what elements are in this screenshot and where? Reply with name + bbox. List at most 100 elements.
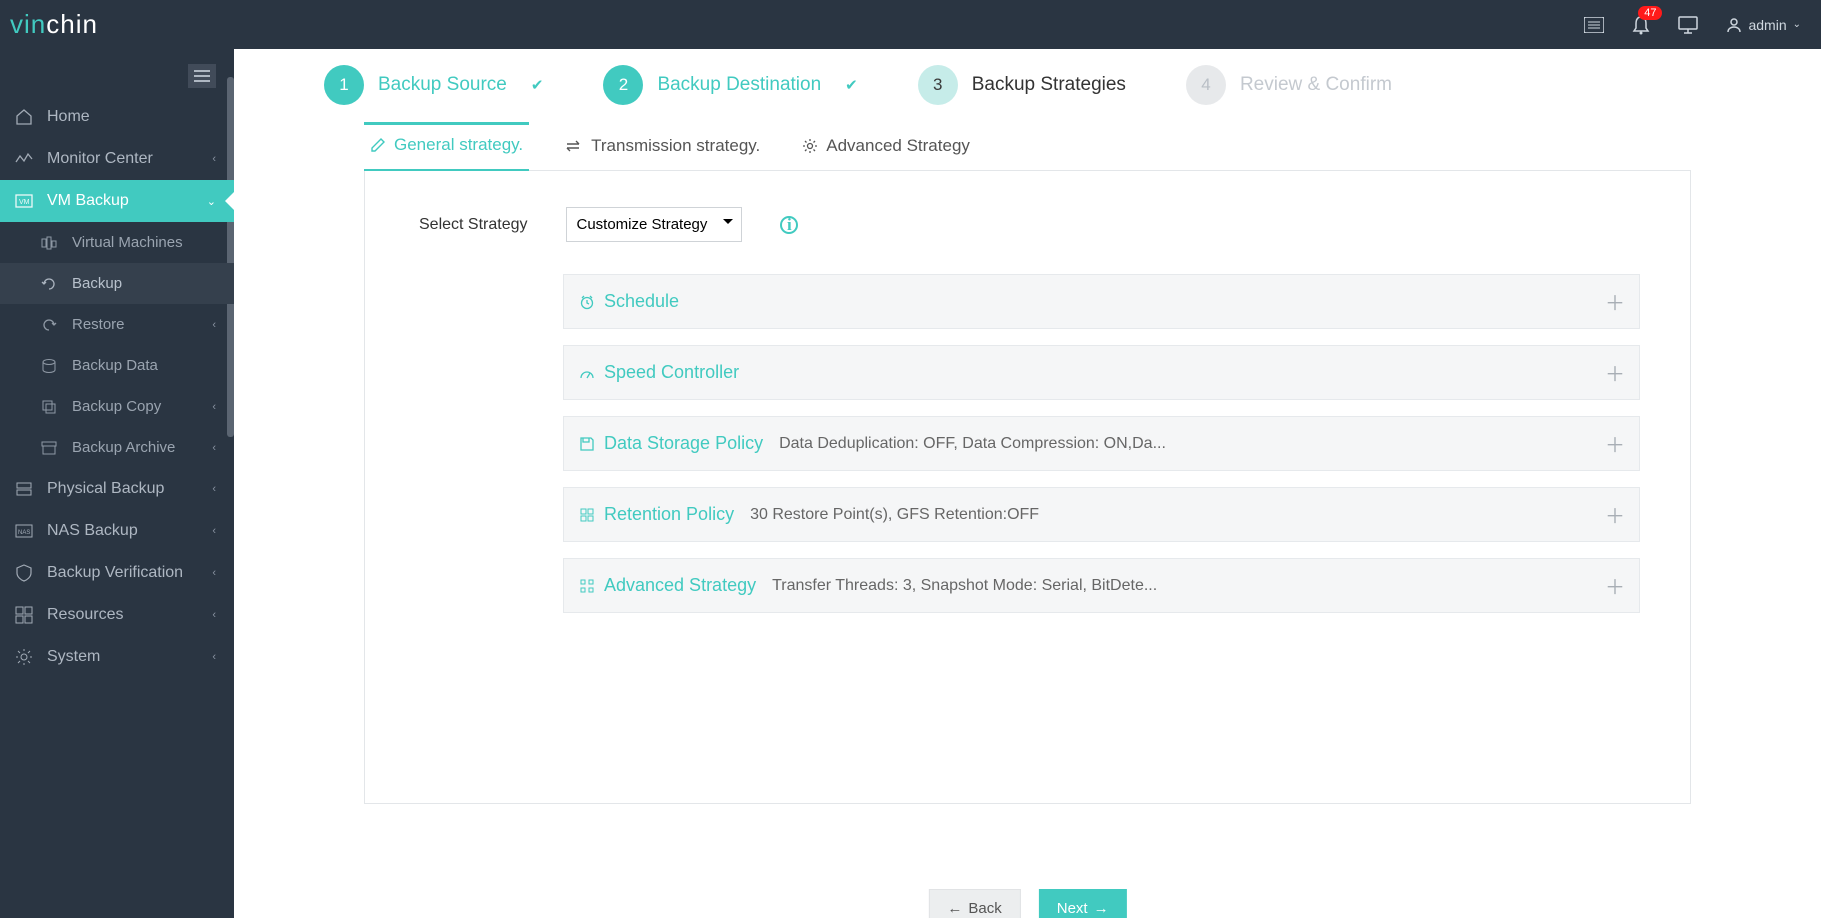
nas-backup-icon: NAS — [15, 524, 33, 538]
sidebar-label: Backup Verification — [47, 564, 183, 582]
step-backup-source[interactable]: 1 Backup Source ✔ — [324, 65, 543, 105]
accordion-retention-policy[interactable]: Retention Policy 30 Restore Point(s), GF… — [563, 487, 1640, 542]
info-icon[interactable]: i — [780, 216, 798, 234]
header-list-icon[interactable] — [1584, 17, 1604, 33]
tab-general-strategy[interactable]: General strategy. — [364, 122, 529, 171]
step-backup-strategies[interactable]: 3 Backup Strategies — [918, 65, 1126, 105]
user-name: admin — [1748, 17, 1786, 33]
brand-logo: vinchin — [10, 9, 98, 40]
backup-data-icon — [40, 358, 58, 374]
sidebar-item-home[interactable]: Home — [0, 96, 234, 138]
select-strategy-label: Select Strategy — [419, 216, 528, 234]
chevron-left-icon: ‹ — [212, 525, 216, 537]
caret-down-icon — [723, 219, 733, 229]
sidebar-item-backup-verification[interactable]: Backup Verification ‹ — [0, 552, 234, 594]
plus-icon: ＋ — [1605, 571, 1625, 600]
sidebar-item-virtual-machines[interactable]: Virtual Machines — [0, 222, 234, 263]
sidebar-label: Physical Backup — [47, 480, 164, 498]
sidebar-toggle-button[interactable] — [188, 64, 216, 88]
sidebar-label: System — [47, 648, 100, 666]
notification-bell-icon[interactable]: 47 — [1632, 15, 1650, 35]
backup-verification-icon — [15, 564, 33, 582]
sidebar-item-monitor-center[interactable]: Monitor Center ‹ — [0, 138, 234, 180]
virtual-machines-icon — [40, 236, 58, 250]
strategy-select[interactable]: Customize Strategy — [566, 207, 743, 242]
transfer-icon — [565, 140, 583, 152]
restore-icon — [40, 317, 58, 333]
step-review-confirm[interactable]: 4 Review & Confirm — [1186, 65, 1392, 105]
arrow-right-icon: → — [1094, 900, 1109, 917]
plus-icon: ＋ — [1605, 429, 1625, 458]
monitor-icon[interactable] — [1678, 16, 1698, 34]
sidebar-label: NAS Backup — [47, 522, 138, 540]
chevron-down-icon: ⌄ — [1793, 19, 1801, 30]
backup-archive-icon — [40, 441, 58, 455]
user-icon — [1726, 17, 1742, 33]
back-button[interactable]: ← Back — [928, 889, 1020, 918]
check-icon: ✔ — [531, 76, 544, 94]
accordion-advanced-strategy[interactable]: Advanced Strategy Transfer Threads: 3, S… — [563, 558, 1640, 613]
tab-advanced-strategy[interactable]: Advanced Strategy — [796, 123, 976, 170]
chevron-left-icon: ‹ — [212, 483, 216, 495]
chevron-left-icon: ‹ — [212, 442, 216, 454]
tab-transmission-strategy[interactable]: Transmission strategy. — [559, 123, 766, 170]
gauge-icon — [578, 366, 596, 380]
gear-icon — [802, 138, 818, 154]
edit-icon — [370, 137, 386, 153]
notification-badge: 47 — [1638, 6, 1662, 20]
sidebar-label: Home — [47, 108, 90, 126]
plus-icon: ＋ — [1605, 358, 1625, 387]
sidebar-label: VM Backup — [47, 192, 129, 210]
sidebar-item-physical-backup[interactable]: Physical Backup ‹ — [0, 468, 234, 510]
retention-icon — [578, 507, 596, 523]
sidebar-label: Resources — [47, 606, 123, 624]
physical-backup-icon — [15, 481, 33, 497]
sidebar-label: Virtual Machines — [72, 234, 183, 251]
chevron-left-icon: ‹ — [212, 651, 216, 663]
arrow-left-icon: ← — [947, 900, 962, 917]
home-icon — [15, 108, 33, 126]
save-icon — [578, 436, 596, 452]
sidebar-item-nas-backup[interactable]: NAS NAS Backup ‹ — [0, 510, 234, 552]
vm-backup-icon: VM — [15, 194, 33, 208]
clock-icon — [578, 294, 596, 310]
next-button[interactable]: Next → — [1039, 889, 1127, 918]
monitor-center-icon — [15, 152, 33, 166]
sidebar-label: Monitor Center — [47, 150, 153, 168]
accordion-schedule[interactable]: Schedule ＋ — [563, 274, 1640, 329]
accordion-speed-controller[interactable]: Speed Controller ＋ — [563, 345, 1640, 400]
svg-text:NAS: NAS — [18, 530, 30, 536]
sidebar-item-backup-archive[interactable]: Backup Archive ‹ — [0, 427, 234, 468]
backup-icon — [40, 276, 58, 292]
sidebar-item-vm-backup[interactable]: VM VM Backup ⌄ — [0, 180, 234, 222]
sidebar-label: Restore — [72, 316, 125, 333]
sidebar-label: Backup Archive — [72, 439, 175, 456]
plus-icon: ＋ — [1605, 287, 1625, 316]
chevron-down-icon: ⌄ — [207, 195, 216, 208]
chevron-left-icon: ‹ — [212, 153, 216, 165]
chevron-left-icon: ‹ — [212, 401, 216, 413]
sidebar-item-resources[interactable]: Resources ‹ — [0, 594, 234, 636]
sidebar-item-backup-copy[interactable]: Backup Copy ‹ — [0, 386, 234, 427]
sidebar-item-backup[interactable]: Backup — [0, 263, 234, 304]
sidebar-label: Backup Data — [72, 357, 158, 374]
sidebar-item-restore[interactable]: Restore ‹ — [0, 304, 234, 345]
chevron-left-icon: ‹ — [212, 319, 216, 331]
check-icon: ✔ — [845, 76, 858, 94]
resources-icon — [15, 606, 33, 624]
chevron-left-icon: ‹ — [212, 609, 216, 621]
step-backup-destination[interactable]: 2 Backup Destination ✔ — [603, 65, 857, 105]
user-menu[interactable]: admin ⌄ — [1726, 17, 1801, 33]
sidebar-label: Backup — [72, 275, 122, 292]
backup-copy-icon — [40, 399, 58, 415]
svg-text:VM: VM — [19, 199, 30, 206]
system-icon — [15, 648, 33, 666]
grid-icon — [578, 578, 596, 594]
sidebar-label: Backup Copy — [72, 398, 161, 415]
wizard-stepper: 1 Backup Source ✔ 2 Backup Destination ✔… — [234, 49, 1821, 123]
sidebar-item-backup-data[interactable]: Backup Data — [0, 345, 234, 386]
sidebar-item-system[interactable]: System ‹ — [0, 636, 234, 678]
chevron-left-icon: ‹ — [212, 567, 216, 579]
plus-icon: ＋ — [1605, 500, 1625, 529]
accordion-data-storage-policy[interactable]: Data Storage Policy Data Deduplication: … — [563, 416, 1640, 471]
